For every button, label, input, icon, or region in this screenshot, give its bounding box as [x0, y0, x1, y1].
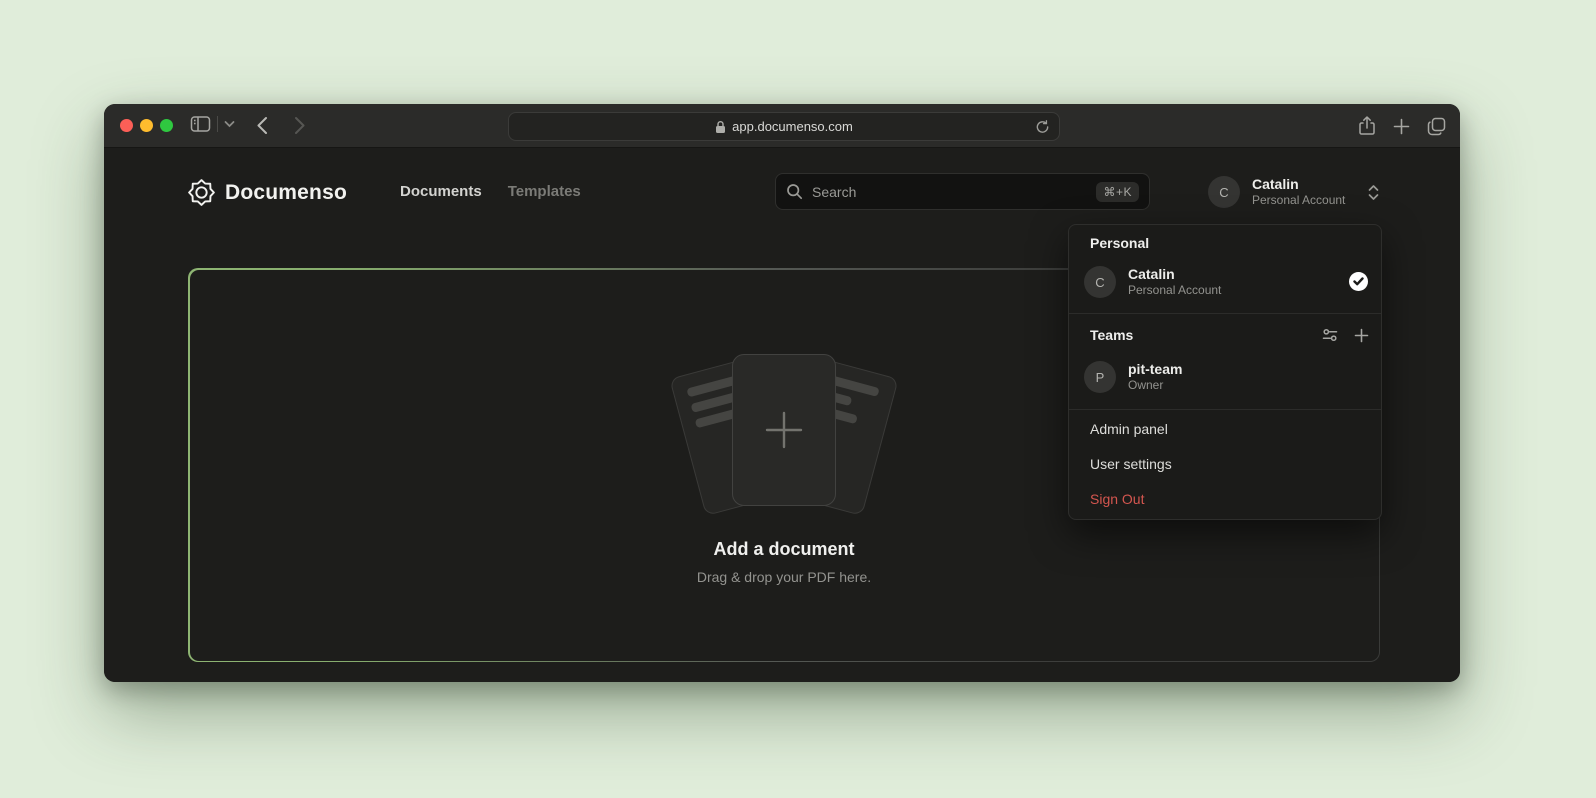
- menu-separator: [1069, 313, 1381, 314]
- avatar: P: [1084, 361, 1116, 393]
- zoom-button[interactable]: [160, 119, 173, 132]
- main-nav: Documents Templates: [400, 183, 581, 200]
- add-team-icon[interactable]: [1354, 327, 1369, 343]
- tab-overview-icon[interactable]: [1427, 117, 1446, 136]
- new-tab-icon[interactable]: [1393, 118, 1410, 135]
- add-document-plus-icon: [762, 408, 806, 452]
- personal-section-label: Personal: [1090, 235, 1149, 251]
- app-content: Documenso Documents Templates Search ⌘+K…: [104, 148, 1460, 682]
- avatar: C: [1208, 176, 1240, 208]
- search-placeholder: Search: [812, 184, 1087, 200]
- menu-item-sign-out[interactable]: Sign Out: [1090, 491, 1144, 507]
- share-icon[interactable]: [1358, 115, 1376, 137]
- search-shortcut-badge: ⌘+K: [1096, 182, 1139, 202]
- forward-button-icon[interactable]: [294, 116, 306, 135]
- reload-icon[interactable]: [1035, 119, 1050, 135]
- selector-chevrons-icon: [1367, 184, 1380, 201]
- team-item[interactable]: P pit-team Owner: [1084, 361, 1182, 393]
- account-name: Catalin: [1252, 176, 1345, 193]
- avatar: C: [1084, 266, 1116, 298]
- personal-account-subtitle: Personal Account: [1128, 283, 1221, 298]
- dropzone-subtitle: Drag & drop your PDF here.: [697, 569, 871, 585]
- back-button-icon[interactable]: [256, 116, 268, 135]
- teams-section-label: Teams: [1090, 327, 1133, 343]
- team-name: pit-team: [1128, 361, 1182, 378]
- browser-titlebar: app.documenso.com: [104, 104, 1460, 148]
- menu-separator: [1069, 409, 1381, 410]
- upload-illustration: [654, 345, 914, 517]
- close-button[interactable]: [120, 119, 133, 132]
- personal-account-item[interactable]: C Catalin Personal Account: [1084, 266, 1221, 298]
- personal-account-name: Catalin: [1128, 266, 1221, 283]
- account-subtitle: Personal Account: [1252, 193, 1345, 208]
- selected-check-icon: [1349, 272, 1368, 291]
- search-input[interactable]: Search ⌘+K: [775, 173, 1150, 210]
- minimize-button[interactable]: [140, 119, 153, 132]
- sidebar-chevron-down-icon[interactable]: [224, 120, 235, 128]
- sidebar-toggle-icon[interactable]: [190, 115, 211, 133]
- dropzone-title: Add a document: [713, 539, 854, 560]
- url-text: app.documenso.com: [732, 119, 853, 134]
- menu-item-user-settings[interactable]: User settings: [1090, 456, 1172, 472]
- team-role: Owner: [1128, 378, 1182, 393]
- brand[interactable]: Documenso: [188, 179, 347, 206]
- document-card-center: [732, 354, 836, 506]
- brand-name: Documenso: [225, 181, 347, 205]
- menu-item-admin-panel[interactable]: Admin panel: [1090, 421, 1168, 437]
- account-dropdown-menu: Personal C Catalin Personal Account Team…: [1068, 224, 1382, 520]
- lock-icon: [715, 120, 726, 134]
- divider: [217, 116, 218, 132]
- nav-templates[interactable]: Templates: [508, 183, 581, 200]
- team-settings-icon[interactable]: [1322, 327, 1338, 343]
- nav-documents[interactable]: Documents: [400, 183, 482, 200]
- search-icon: [786, 183, 803, 200]
- address-bar[interactable]: app.documenso.com: [508, 112, 1060, 141]
- traffic-lights: [120, 119, 173, 132]
- documenso-logo-icon: [188, 179, 215, 206]
- browser-window: app.documenso.com: [104, 104, 1460, 682]
- account-menu-trigger[interactable]: C Catalin Personal Account: [1208, 176, 1380, 208]
